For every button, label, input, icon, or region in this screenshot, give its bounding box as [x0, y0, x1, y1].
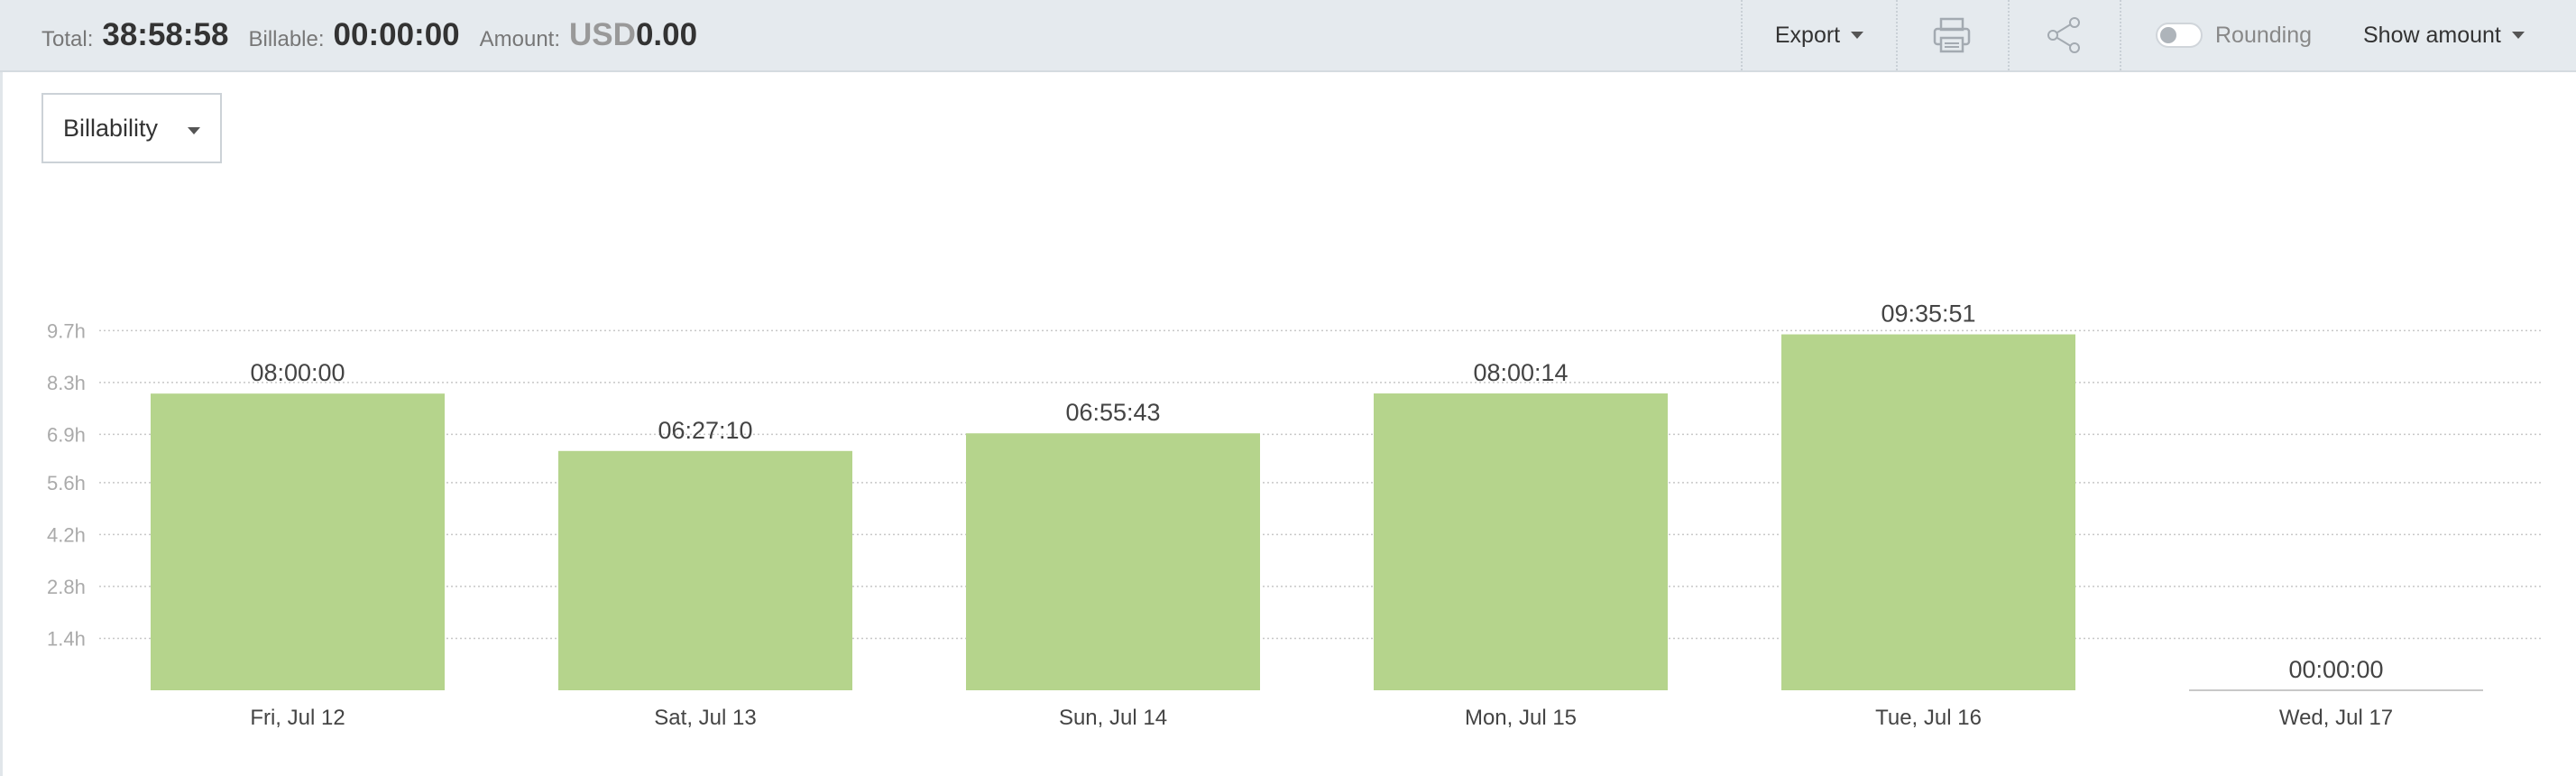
total-value: 38:58:58	[102, 17, 229, 52]
y-tick-label: 5.6h	[47, 472, 86, 494]
y-tick-label: 1.4h	[47, 627, 86, 650]
billable-value: 00:00:00	[333, 17, 460, 52]
bar-value-label: 08:00:00	[250, 359, 345, 386]
export-button[interactable]: Export	[1743, 0, 1896, 70]
x-tick-label: Sun, Jul 14	[1059, 706, 1167, 730]
rounding-toggle[interactable]: Rounding	[2156, 0, 2318, 70]
share-button[interactable]	[2010, 0, 2118, 70]
x-tick-label: Fri, Jul 12	[250, 706, 345, 730]
amount-currency: USD	[569, 17, 636, 52]
toolbar-divider	[2120, 0, 2121, 70]
amount-value: USD0.00	[569, 17, 697, 53]
x-tick-label: Sat, Jul 13	[654, 706, 756, 730]
amount-label: Amount:	[479, 27, 561, 51]
x-tick-label: Mon, Jul 15	[1465, 706, 1577, 730]
rounding-label: Rounding	[2215, 22, 2313, 48]
y-tick-label: 6.9h	[47, 423, 86, 446]
billability-selected: Billability	[63, 114, 159, 142]
printer-icon	[1933, 17, 1971, 53]
bar-value-label: 08:00:14	[1473, 359, 1568, 386]
billability-bar-chart: 1.4h 2.8h 4.2h 5.6h 6.9h 8.3h 9.7h 08:00:00 Fri,…	[47, 300, 2544, 730]
bar-value-label: 09:35:51	[1881, 300, 1975, 328]
total-label: Total:	[41, 27, 94, 51]
bar-value-label: 06:27:10	[658, 417, 752, 444]
show-amount-label: Show amount	[2363, 22, 2501, 48]
bar-value-label: 06:55:43	[1065, 399, 1160, 426]
y-tick-label: 4.2h	[47, 523, 86, 546]
print-button[interactable]	[1898, 0, 2006, 70]
chevron-down-icon	[188, 127, 200, 134]
bar	[151, 393, 445, 690]
show-amount-dropdown[interactable]: Show amount	[2363, 0, 2571, 70]
y-tick-label: 2.8h	[47, 576, 86, 598]
y-tick-label: 9.7h	[47, 319, 86, 342]
bar-value-label: 00:00:00	[2288, 656, 2383, 683]
export-label: Export	[1774, 22, 1841, 48]
billable-label: Billable:	[248, 27, 325, 51]
toggle-knob	[2160, 27, 2176, 43]
toggle-switch[interactable]	[2156, 23, 2203, 48]
x-tick-label: Tue, Jul 16	[1875, 706, 1982, 730]
chevron-down-icon	[1851, 32, 1864, 39]
amount-number: 0.00	[635, 17, 698, 52]
bar	[558, 450, 852, 690]
bar	[1374, 393, 1668, 690]
billability-dropdown[interactable]: Billability	[41, 93, 222, 163]
x-tick-label: Wed, Jul 17	[2279, 706, 2393, 730]
summary-toolbar: Total: 38:58:58 Billable: 00:00:00 Amoun…	[0, 0, 2576, 72]
bar	[966, 433, 1260, 690]
share-icon	[2047, 17, 2080, 53]
summary-stats: Total: 38:58:58 Billable: 00:00:00 Amoun…	[41, 0, 717, 70]
y-tick-label: 8.3h	[47, 372, 86, 394]
chevron-down-icon	[2511, 32, 2525, 39]
bar	[1781, 334, 2075, 690]
